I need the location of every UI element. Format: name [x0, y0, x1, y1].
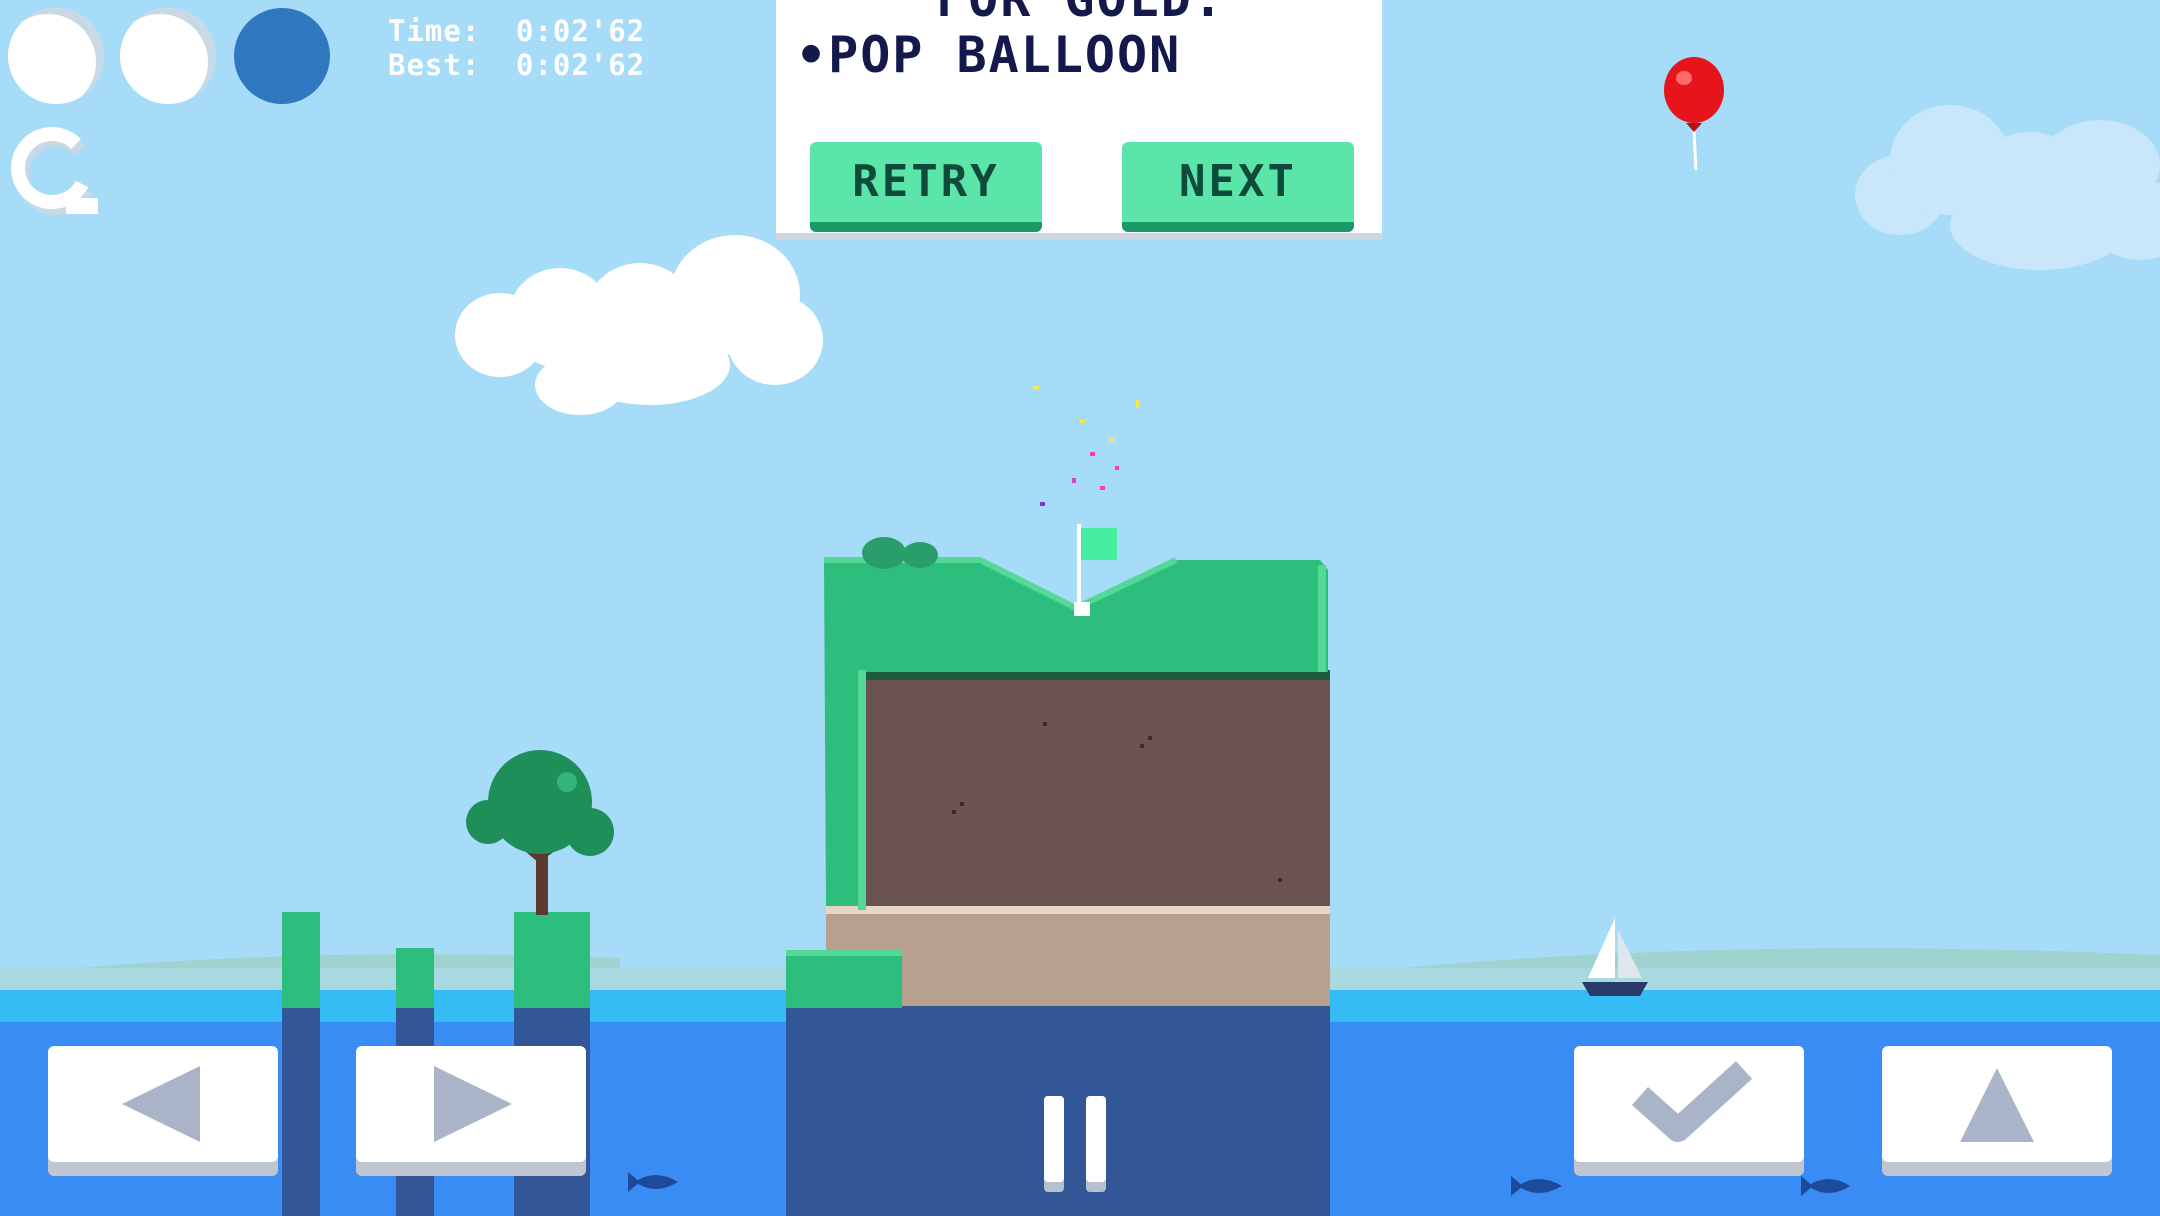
- jump-button[interactable]: [1882, 1046, 2112, 1162]
- retry-button[interactable]: RETRY: [810, 142, 1042, 232]
- gold-goal-panel: FOR GOLD: •POP BALLOON RETRY NEXT: [776, 0, 1382, 240]
- restart-icon[interactable]: [6, 114, 102, 224]
- move-left-button[interactable]: [48, 1046, 278, 1162]
- pause-button[interactable]: [1030, 1090, 1120, 1200]
- checkmark-icon: [1631, 1061, 1753, 1142]
- left-arrow-icon: [122, 1066, 200, 1142]
- retry-button-label: RETRY: [852, 156, 1000, 207]
- time-value: 0:02'62: [516, 14, 646, 48]
- goal-heading: FOR GOLD:: [936, 0, 1225, 28]
- best-value: 0:02'62: [516, 48, 646, 82]
- move-right-button[interactable]: [356, 1046, 586, 1162]
- shot-indicator-2: [120, 8, 216, 104]
- right-arrow-icon: [434, 1066, 512, 1142]
- pause-icon: [1044, 1096, 1106, 1192]
- shot-indicator-1: [8, 8, 104, 104]
- next-button-label: NEXT: [1179, 156, 1297, 207]
- best-label: Best:: [388, 48, 481, 82]
- goal-objective: •POP BALLOON: [796, 26, 1182, 84]
- up-arrow-icon: [1960, 1068, 2034, 1142]
- confirm-button[interactable]: [1574, 1046, 1804, 1162]
- shot-indicator-3: [234, 8, 330, 104]
- time-label: Time:: [388, 14, 481, 48]
- next-button[interactable]: NEXT: [1122, 142, 1354, 232]
